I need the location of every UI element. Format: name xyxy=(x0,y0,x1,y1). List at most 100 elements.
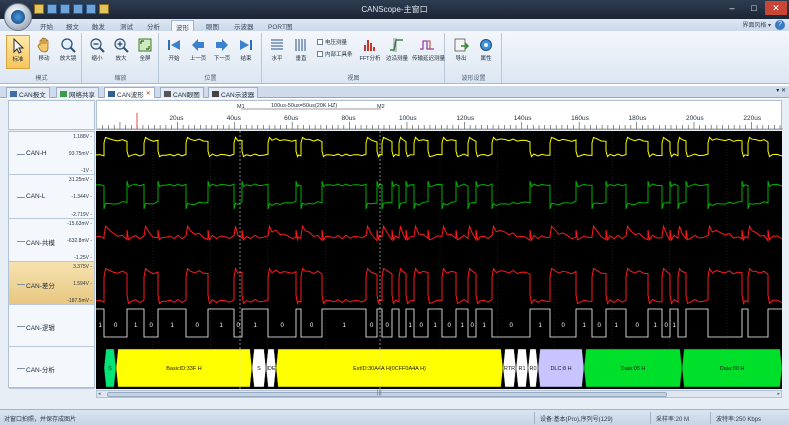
waveform-traces: 1 0 1 0 1 0 1 0 1 0 0 1 0 0 1 0 1 0 1 0 1 0 1 0 1 0 1 0 1 0 1S BasicID:… xyxy=(95,131,783,389)
channel-row[interactable]: CAN-分析 xyxy=(9,347,94,389)
ruler-label: 180us xyxy=(629,115,647,122)
logic-bit-label: 0 xyxy=(420,323,424,329)
group-position: 开始 上一页 下一页 结束 位置 xyxy=(160,33,262,83)
vertical-lines-icon xyxy=(295,39,306,51)
magnifier-icon xyxy=(61,38,76,53)
trace-can-h xyxy=(95,136,783,159)
channel-scale-bottom: -1.25V - xyxy=(74,255,92,261)
doc-tab-network-share[interactable]: 网络共享 xyxy=(56,87,99,99)
channel-row[interactable]: CAN-L 31.25mV - -1.344V - -2.719V - xyxy=(9,175,94,219)
horizontal-button[interactable]: 水平 xyxy=(265,35,289,69)
analysis-segment-label: RTR xyxy=(504,366,515,372)
logic-bit-label: 1 xyxy=(254,323,258,329)
tab-port[interactable]: PORT图 xyxy=(264,20,296,31)
go-start-button[interactable]: 开始 xyxy=(162,35,186,69)
skip-end-icon xyxy=(240,40,252,50)
horizontal-lines-icon xyxy=(271,39,283,50)
logic-bit-label: 0 xyxy=(448,323,452,329)
channel-name: CAN-L xyxy=(26,193,46,200)
logic-bit-label: 1 xyxy=(673,323,677,329)
channel-row[interactable]: CAN-H 1.188V - 93.75mV - -1V - xyxy=(9,132,94,175)
channel-scale-bottom: -187.5mV - xyxy=(67,298,92,304)
move-mode-button[interactable]: 移动 xyxy=(32,35,56,69)
trace-can-l xyxy=(95,180,783,210)
scrollbar-thumb[interactable] xyxy=(107,392,667,397)
tab-start[interactable]: 开始 xyxy=(36,20,57,31)
logic-bit-label: 1 xyxy=(583,323,587,329)
standard-mode-button[interactable]: 标准 xyxy=(6,35,30,69)
scroll-right-icon[interactable]: ▸ xyxy=(777,391,780,397)
doc-tab-controls[interactable]: ▾ ✕ xyxy=(776,87,786,94)
channel-header xyxy=(8,100,95,130)
analysis-segment-label: S xyxy=(108,366,112,372)
theme-dropdown[interactable]: 界面风格 ▾ xyxy=(742,20,771,29)
doc-tab-can-waveform[interactable]: CAN波形 ✕ xyxy=(104,87,155,99)
channel-label-panel: CAN-H 1.188V - 93.75mV - -1V - CAN-L 31.25mV … xyxy=(8,131,95,389)
zoom-out-button[interactable]: 缩小 xyxy=(85,35,109,69)
fft-analysis-button[interactable]: FFT分析 xyxy=(357,35,383,69)
fullscreen-button[interactable]: 全屏 xyxy=(133,35,157,69)
delay-measure-button[interactable]: 传输延迟测量 xyxy=(412,35,445,69)
logic-bit-label: 1 xyxy=(539,323,543,329)
internal-toolbar-checkbox[interactable]: 内部工具条 xyxy=(317,50,353,58)
doc-tab-can-oscilloscope[interactable]: CAN示波器 xyxy=(208,87,259,99)
help-icon[interactable]: ? xyxy=(775,20,785,30)
logic-bit-label: 0 xyxy=(636,323,640,329)
horizontal-scrollbar[interactable]: ◂ ||| ▸ xyxy=(96,390,782,398)
export-icon xyxy=(454,38,469,52)
tab-oscilloscope[interactable]: 示波器 xyxy=(230,20,258,31)
logic-bit-label: 1 xyxy=(343,323,347,329)
ruler-label: 80us xyxy=(342,115,357,122)
status-message: 对窗口拍照，并保存成图片 xyxy=(4,417,77,423)
analysis-segment-label: DLC:8 H xyxy=(550,366,571,372)
voltage-measure-checkbox[interactable]: 电压测量 xyxy=(317,38,347,46)
tab-messages[interactable]: 报文 xyxy=(62,20,83,31)
channel-scale-mid: -1.344V - xyxy=(71,194,92,200)
message-icon xyxy=(10,90,17,97)
application-menu-button[interactable] xyxy=(4,3,32,31)
scope-footer xyxy=(0,402,789,409)
logic-bit-label: 0 xyxy=(310,323,314,329)
go-end-button[interactable]: 结束 xyxy=(234,35,258,69)
close-button[interactable]: ✕ xyxy=(765,1,787,15)
ruler-graphic: 20us 40us 60us 80us 100us 120us 140us 160us 180u… xyxy=(97,103,783,130)
scroll-left-icon[interactable]: ◂ xyxy=(98,391,101,397)
properties-button[interactable]: 属性 xyxy=(474,35,498,69)
ruler-label: 220us xyxy=(743,115,761,122)
edge-measure-button[interactable]: 边沿测量 xyxy=(384,35,410,69)
tab-trigger[interactable]: 触发 xyxy=(88,20,109,31)
tab-analysis[interactable]: 分析 xyxy=(143,20,164,31)
channel-row[interactable]: CAN-共模 -15.63mV - -632.8mV - -1.25V - xyxy=(9,219,94,262)
tab-eye-diagram[interactable]: 眼图 xyxy=(202,20,223,31)
group-zoom: 缩小 放大 全屏 缩放 xyxy=(83,33,159,83)
logic-bit-label: 0 xyxy=(598,323,602,329)
doc-tab-can-eye[interactable]: CAN眼图 xyxy=(160,87,204,99)
zoom-in-button[interactable]: 放大 xyxy=(109,35,133,69)
time-ruler[interactable]: 20us 40us 60us 80us 100us 120us 140us 160us 180u… xyxy=(96,100,783,130)
vertical-button[interactable]: 垂直 xyxy=(289,35,313,69)
logic-bit-label: 1 xyxy=(434,323,438,329)
export-button[interactable]: 导出 xyxy=(449,35,473,69)
analysis-segment-label: IDE xyxy=(266,366,276,372)
doc-tab-can-messages[interactable]: CAN报文 xyxy=(6,87,50,99)
maximize-button[interactable]: □ xyxy=(743,1,765,15)
prev-page-button[interactable]: 上一页 xyxy=(186,35,210,69)
tab-test[interactable]: 测试 xyxy=(116,20,137,31)
tab-close-icon[interactable]: ✕ xyxy=(146,90,151,97)
next-page-button[interactable]: 下一页 xyxy=(210,35,234,69)
group-view: 水平 垂直 电压测量 内部工具条 FFT分析 边沿测量 传输延迟测量 视图 xyxy=(263,33,445,83)
channel-row[interactable]: CAN-差分 3.375V - 1.594V - -187.5mV - xyxy=(9,262,94,305)
logic-bit-label: 0 xyxy=(114,323,118,329)
trace-can-common xyxy=(95,224,783,243)
skip-start-icon xyxy=(168,40,180,50)
status-bar: 对窗口拍照，并保存成图片 设备:基本(Pro),序列号(129) 采样率:20 … xyxy=(0,409,789,425)
channel-row[interactable]: CAN-逻辑 xyxy=(9,305,94,347)
channel-scale-bottom: -2.719V - xyxy=(71,212,92,218)
minimize-button[interactable]: – xyxy=(721,1,743,15)
hand-icon xyxy=(37,37,49,53)
scroll-grip-icon: ||| xyxy=(377,390,382,396)
magnifier-button[interactable]: 放大镜 xyxy=(56,35,80,69)
waveform-plot[interactable]: 1 0 1 0 1 0 1 0 1 0 0 1 0 0 1 0 1 0 1 0 1 0 1 0 1 0 1 0 1 0 1 S BasicID:… xyxy=(95,131,783,389)
tab-waveform[interactable]: 波形 xyxy=(171,20,194,32)
group-waveform-settings: 导出 属性 波形设置 xyxy=(446,33,502,83)
